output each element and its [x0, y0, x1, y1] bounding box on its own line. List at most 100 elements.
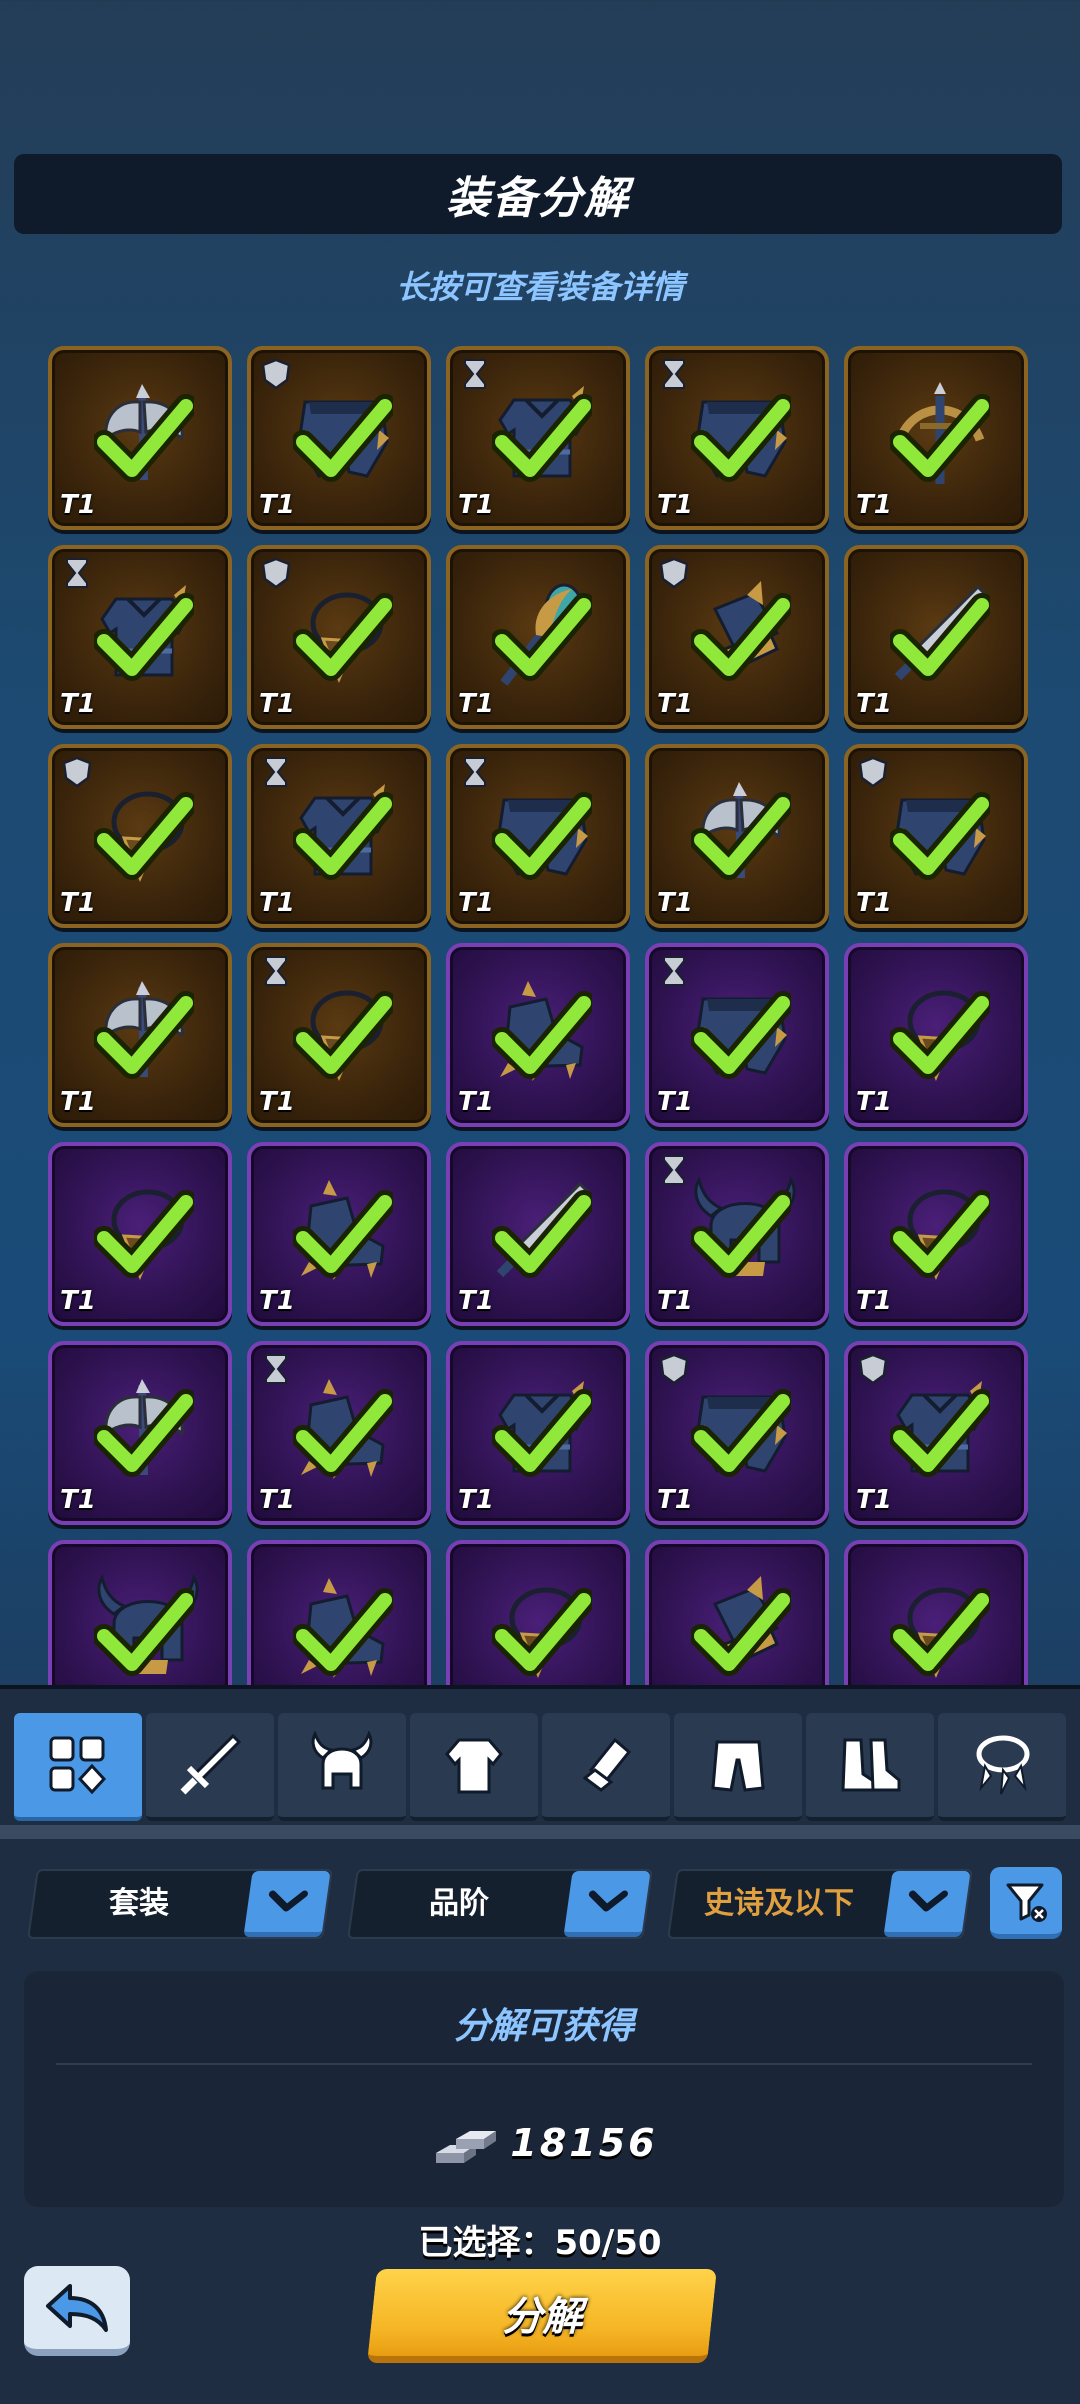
shield-badge-icon — [858, 756, 888, 788]
equipment-slot[interactable]: T1 — [247, 744, 431, 928]
tier-label: T1 — [856, 1087, 892, 1117]
equipment-slot[interactable]: T1 — [247, 943, 431, 1127]
rarity-dropdown-label: 史诗及以下 — [704, 1886, 854, 1921]
tab-pants[interactable] — [674, 1713, 802, 1821]
tab-all[interactable] — [14, 1713, 142, 1821]
equipment-slot[interactable]: T1 — [645, 346, 829, 530]
equipment-slot[interactable]: T1 — [446, 545, 630, 729]
equipment-slot[interactable]: T1 — [48, 744, 232, 928]
equipment-slot[interactable]: T1 — [446, 943, 630, 1127]
tab-boots[interactable] — [806, 1713, 934, 1821]
grade-dropdown[interactable]: 品阶 — [347, 1869, 653, 1939]
rarity-dropdown-chevron-icon[interactable] — [883, 1871, 971, 1937]
tabs-divider — [0, 1825, 1080, 1839]
equipment-slot[interactable]: T1 — [247, 545, 431, 729]
rarity-dropdown[interactable]: 史诗及以下 — [667, 1869, 973, 1939]
tab-armor[interactable] — [410, 1713, 538, 1821]
equipment-slot[interactable]: T1 — [844, 346, 1028, 530]
tier-label: T1 — [657, 1087, 693, 1117]
equipment-slot[interactable]: T1 — [48, 1540, 232, 1685]
equipment-slot[interactable]: T1 — [844, 1142, 1028, 1326]
tier-label: T1 — [657, 689, 693, 719]
selected-check-icon — [890, 593, 990, 681]
equipment-slot[interactable]: T1 — [48, 545, 232, 729]
selected-check-icon — [293, 394, 393, 482]
selected-check-icon — [492, 394, 592, 482]
helmet-icon — [311, 1730, 373, 1790]
selected-check-icon — [94, 1389, 194, 1477]
equipment-slot[interactable]: T1 — [645, 545, 829, 729]
shield-badge-icon — [62, 756, 92, 788]
hourglass-badge-icon — [265, 757, 287, 787]
equipment-slot[interactable]: T1 — [844, 943, 1028, 1127]
equipment-slot[interactable]: T1 — [247, 1142, 431, 1326]
grade-dropdown-chevron-icon[interactable] — [563, 1871, 651, 1937]
bottom-panel: 套装 品阶 史诗及以下 分解可获得 18156 已选择：50/50 分解 — [0, 1685, 1080, 2404]
shield-badge-icon — [261, 358, 291, 390]
selected-check-icon — [492, 1389, 592, 1477]
selected-check-icon — [691, 1389, 791, 1477]
tier-label: T1 — [60, 1087, 96, 1117]
tier-label: T1 — [60, 1485, 96, 1515]
bracer-icon — [582, 1737, 632, 1792]
set-dropdown-label: 套装 — [109, 1886, 169, 1921]
equipment-slot[interactable]: T1 — [247, 1540, 431, 1685]
tier-label: T1 — [259, 888, 295, 918]
selected-check-icon — [890, 1190, 990, 1278]
selection-count: 已选择：50/50 — [418, 2223, 662, 2263]
tab-sword[interactable] — [146, 1713, 274, 1821]
filter-clear-button[interactable] — [990, 1867, 1062, 1939]
equipment-slot[interactable]: T1 — [446, 1341, 630, 1525]
equipment-slot[interactable]: T1 — [48, 943, 232, 1127]
all-icon — [49, 1736, 107, 1795]
tab-helmet[interactable] — [278, 1713, 406, 1821]
equipment-slot[interactable]: T1 — [446, 1142, 630, 1326]
back-arrow-icon — [46, 2283, 108, 2332]
reward-box: 分解可获得 18156 — [24, 1971, 1064, 2207]
tier-label: T1 — [60, 689, 96, 719]
selected-check-icon — [691, 394, 791, 482]
hourglass-badge-icon — [265, 1354, 287, 1384]
set-dropdown-chevron-icon[interactable] — [243, 1871, 331, 1937]
equipment-slot[interactable]: T1 — [48, 346, 232, 530]
tier-label: T1 — [458, 1485, 494, 1515]
equipment-slot[interactable]: T1 — [446, 744, 630, 928]
equipment-slot[interactable]: T1 — [645, 1540, 829, 1685]
equipment-slot[interactable]: T1 — [645, 1341, 829, 1525]
selected-check-icon — [293, 792, 393, 880]
selected-check-icon — [691, 1190, 791, 1278]
selected-check-icon — [890, 792, 990, 880]
equipment-slot[interactable]: T1 — [446, 346, 630, 530]
equipment-slot[interactable]: T1 — [247, 1341, 431, 1525]
equipment-slot[interactable]: T1 — [844, 1540, 1028, 1685]
equipment-slot[interactable]: T1 — [645, 1142, 829, 1326]
equipment-slot[interactable]: T1 — [844, 744, 1028, 928]
selected-check-icon — [94, 792, 194, 880]
shield-badge-icon — [659, 1353, 689, 1385]
filter-icon — [1006, 1883, 1047, 1922]
equipment-slot[interactable]: T1 — [645, 943, 829, 1127]
equipment-slot[interactable]: T1 — [247, 346, 431, 530]
hourglass-badge-icon — [663, 1155, 685, 1185]
tab-bracer[interactable] — [542, 1713, 670, 1821]
equipment-slot[interactable]: T1 — [844, 545, 1028, 729]
equipment-slot[interactable]: T1 — [844, 1341, 1028, 1525]
equipment-slot[interactable]: T1 — [48, 1341, 232, 1525]
equipment-slot[interactable]: T1 — [48, 1142, 232, 1326]
selected-check-icon — [691, 991, 791, 1079]
pants-icon — [711, 1740, 765, 1792]
tier-label: T1 — [458, 1087, 494, 1117]
tier-label: T1 — [259, 1286, 295, 1316]
equipment-slot[interactable]: T1 — [645, 744, 829, 928]
selected-check-icon — [94, 991, 194, 1079]
back-button[interactable] — [24, 2266, 130, 2356]
equipment-slot[interactable]: T1 — [446, 1540, 630, 1685]
tier-label: T1 — [259, 1485, 295, 1515]
tier-label: T1 — [657, 490, 693, 520]
decompose-button[interactable]: 分解 — [367, 2269, 717, 2363]
tab-necklace[interactable] — [938, 1713, 1066, 1821]
reward-amount: 18156 — [510, 2121, 658, 2165]
equipment-grid-viewport[interactable]: T1 T1 T1 T1 T1 T1 T1 T1 T1 T1 T1 T1 T1 T1 T1 T1 T1 T1 T1 T1… — [0, 330, 1080, 1685]
tier-label: T1 — [458, 490, 494, 520]
set-dropdown[interactable]: 套装 — [27, 1869, 333, 1939]
